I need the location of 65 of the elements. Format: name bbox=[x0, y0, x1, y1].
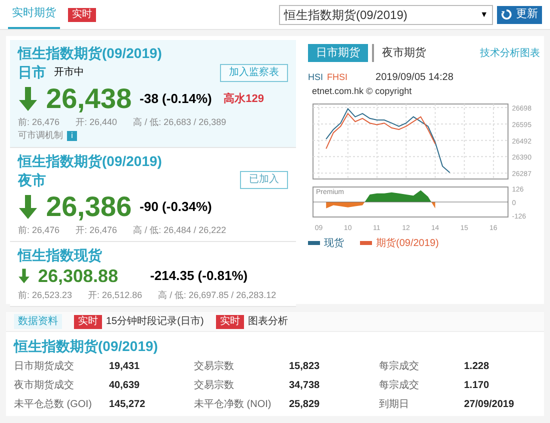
refresh-button[interactable]: 更新 bbox=[497, 6, 542, 24]
technical-chart-link[interactable]: 技术分析图表 bbox=[480, 46, 540, 60]
chart-tab[interactable]: 夜市期货 bbox=[372, 44, 434, 62]
stat-label: 每宗成交 bbox=[379, 360, 420, 374]
stat-label: 到期日 bbox=[379, 398, 410, 412]
open-text: 开: 26,440 bbox=[76, 116, 118, 129]
info-icon[interactable]: i bbox=[67, 130, 77, 141]
premium-value: 高水129 bbox=[224, 92, 264, 107]
session-label: 日市 bbox=[18, 63, 46, 82]
stat-label: 夜市期货成交 bbox=[14, 378, 75, 393]
session-label: 夜市 bbox=[18, 170, 46, 190]
chart-timestamp: 2019/09/05 14:28 bbox=[376, 71, 454, 85]
change-value: -214.35 (-0.81%) bbox=[150, 266, 248, 285]
symbol-label: FHSI bbox=[327, 70, 348, 84]
quote-title: 恒生指数期货(09/2019) bbox=[18, 152, 163, 170]
change-value: -90 (-0.34%) bbox=[140, 198, 212, 216]
stat-value: 40,639 bbox=[109, 379, 141, 393]
legend-label: 现货 bbox=[324, 236, 344, 250]
prev-close-text: 前: 26,476 bbox=[18, 116, 60, 129]
stat-value: 145,272 bbox=[109, 398, 146, 412]
legend-label: 期货(09/2019) bbox=[376, 236, 439, 250]
data-tab[interactable]: 15分钟时段记录(日市) bbox=[106, 314, 204, 329]
prev-close-text: 前: 26,476 bbox=[18, 224, 60, 236]
stat-value: 15,823 bbox=[289, 360, 321, 374]
stat-label: 日市期货成交 bbox=[14, 360, 75, 374]
data-tab[interactable]: 图表分析 bbox=[248, 314, 288, 329]
copyright-text: etnet.com.hk © copyright bbox=[312, 85, 413, 98]
prev-close-text: 前: 26,523.23 bbox=[18, 288, 72, 302]
stat-value: 19,431 bbox=[109, 360, 141, 374]
stat-label: 未平仓净数 (NOI) bbox=[194, 398, 272, 412]
change-value: -38 (-0.14%) bbox=[140, 90, 212, 108]
high-low-text: 高 / 低: 26,484 / 26,222 bbox=[133, 224, 226, 236]
stat-value: 1.228 bbox=[464, 360, 490, 374]
data-tab[interactable]: 数据资料 bbox=[14, 314, 62, 329]
stat-label: 未平仓总数 (GOI) bbox=[14, 398, 93, 412]
select-value: 恒生指数期货(09/2019) bbox=[284, 6, 408, 24]
high-low-text: 高 / 低: 26,683 / 26,389 bbox=[133, 116, 226, 129]
high-low-text: 高 / 低: 26,697.85 / 26,283.12 bbox=[158, 288, 276, 302]
symbol-label: HSI bbox=[308, 70, 324, 84]
live-badge: 实时 bbox=[74, 314, 102, 328]
stat-label: 交易宗数 bbox=[194, 378, 235, 393]
price-value: 26,438 bbox=[46, 83, 132, 115]
status-text: 开市中 bbox=[54, 66, 84, 80]
price-value: 26,308.88 bbox=[38, 264, 118, 288]
top-tab[interactable]: 实时期货 bbox=[8, 0, 60, 29]
watchlist-button[interactable]: 加入监察表 bbox=[220, 64, 288, 82]
price-value: 26,386 bbox=[46, 190, 132, 222]
stats-title: 恒生指数期货(09/2019) bbox=[12, 337, 159, 356]
live-badge: 实时 bbox=[68, 8, 96, 22]
stat-value: 27/09/2019 bbox=[464, 398, 516, 412]
live-badge: 实时 bbox=[216, 314, 244, 328]
open-text: 开: 26,476 bbox=[76, 224, 118, 236]
note-text: 可市调机制 bbox=[18, 129, 63, 142]
stat-value: 34,738 bbox=[289, 379, 321, 393]
stat-value: 25,829 bbox=[289, 398, 321, 412]
stat-value: 1.170 bbox=[464, 379, 490, 393]
stat-label: 交易宗数 bbox=[194, 360, 235, 374]
open-text: 开: 26,512.86 bbox=[88, 288, 142, 302]
dropdown-arrow: ▼ bbox=[480, 8, 488, 20]
stat-label: 每宗成交 bbox=[379, 378, 420, 393]
watchlist-button[interactable]: 已加入 bbox=[240, 171, 288, 189]
quote-title: 恒生指数期货(09/2019) bbox=[18, 44, 163, 62]
quote-title: 恒生指数现货 bbox=[18, 246, 103, 264]
contract-select[interactable]: 恒生指数期货(09/2019) ▼ bbox=[279, 4, 493, 24]
chart-tab[interactable]: 日市期货 bbox=[308, 44, 368, 62]
